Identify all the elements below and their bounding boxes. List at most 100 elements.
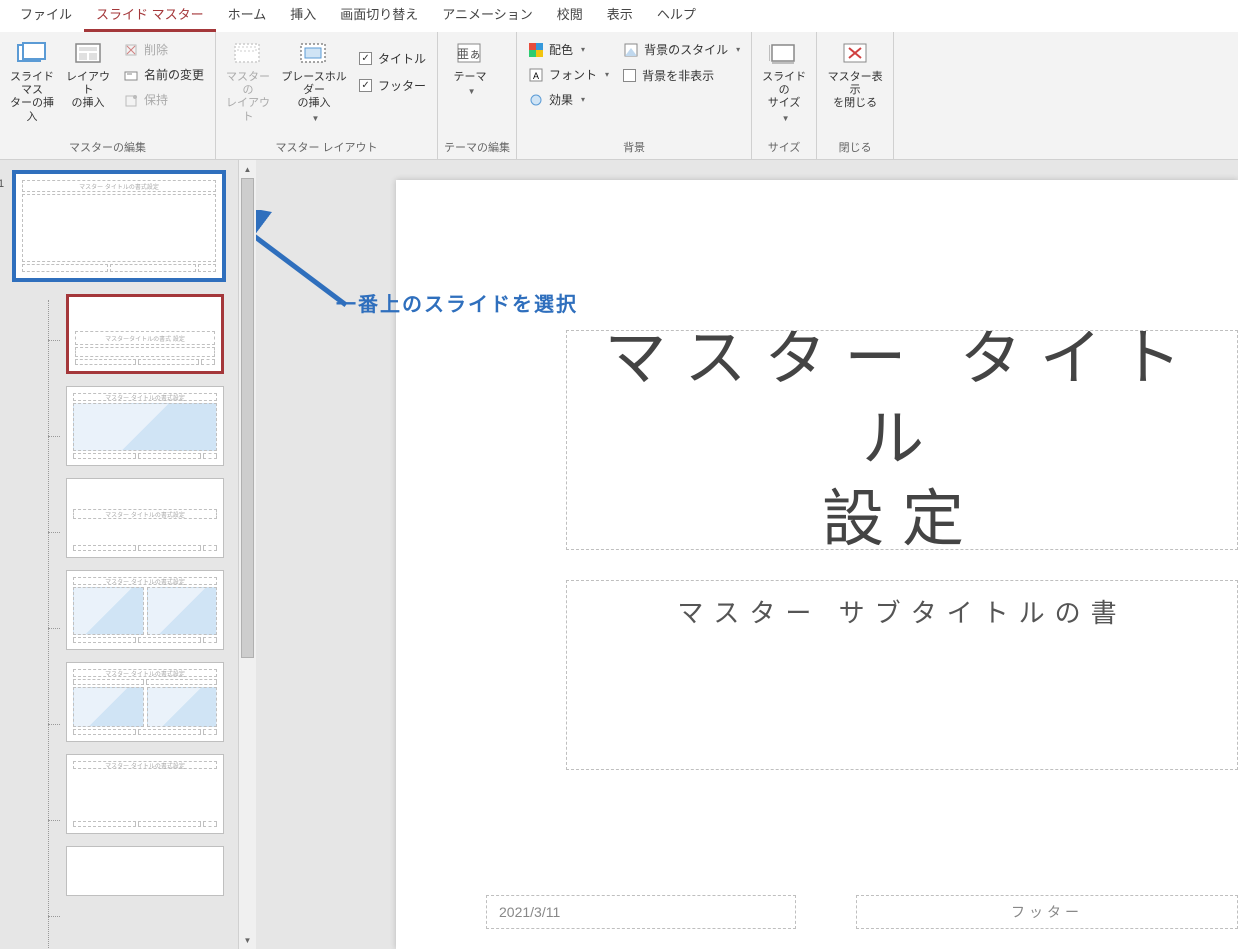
thumb-layout-3-title: マスター タイトルの書式設定 [73, 509, 217, 519]
annotation-text: 一番上のスライドを選択 [336, 288, 578, 317]
ribbon: スライド マス ターの挿入 レイアウト の挿入 削除 [0, 32, 1238, 160]
rename-icon [123, 67, 139, 83]
thumb-layout-6-title: マスター タイトルの書式設定 [73, 761, 217, 769]
hide-bg-row[interactable]: 背景を非表示 [618, 63, 745, 88]
date-placeholder[interactable]: 2021/3/11 [486, 895, 796, 929]
tab-slide-master[interactable]: スライド マスター [84, 0, 216, 32]
title-checkbox[interactable]: ✓ [359, 52, 372, 65]
scrollbar-thumb[interactable] [241, 178, 254, 658]
editor-area: マスター タイトル 設定 マスター サブタイトルの書 2021/3/11 フッタ… [256, 160, 1238, 949]
fonts-button[interactable]: A フォント ▾ [523, 63, 614, 86]
slide-master-icon [15, 40, 49, 68]
effects-label: 効果 [549, 91, 573, 108]
subtitle-text: マスター サブタイトルの書 [677, 593, 1126, 630]
scroll-down-button[interactable]: ▼ [239, 931, 256, 949]
themes-button[interactable]: 亜ぁ テーマ ▼ [444, 36, 496, 101]
preserve-label: 保持 [144, 91, 168, 108]
master-layout-label: マスターの レイアウト [224, 71, 272, 124]
slide-size-button[interactable]: スライドの サイズ ▼ [758, 36, 810, 127]
tab-home[interactable]: ホーム [216, 0, 279, 32]
title-line1: マスター タイトル [567, 330, 1237, 480]
effects-button[interactable]: 効果 ▾ [523, 88, 614, 111]
thumb-slide-master[interactable]: 1 マスター タイトルの書式設定 [12, 170, 226, 282]
chevron-down-icon: ▾ [736, 45, 740, 54]
themes-label: テーマ [454, 71, 487, 84]
insert-placeholder-button[interactable]: プレースホルダー の挿入 ▼ [278, 36, 350, 127]
tab-view[interactable]: 表示 [595, 0, 645, 32]
thumb-master-body [22, 194, 216, 262]
layout-icon [71, 40, 105, 68]
insert-slide-master-button[interactable]: スライド マス ターの挿入 [6, 36, 58, 128]
master-layout-icon [231, 40, 265, 68]
preserve-icon [123, 92, 139, 108]
tree-tick [48, 820, 60, 821]
thumb-layout-4[interactable]: マスター タイトルの書式設定 [66, 570, 224, 650]
bg-styles-icon [623, 42, 639, 58]
colors-icon [528, 42, 544, 58]
effects-icon [528, 92, 544, 108]
menu-tabs: ファイル スライド マスター ホーム 挿入 画面切り替え アニメーション 校閲 … [0, 0, 1238, 32]
footer-checkbox-row[interactable]: ✓ フッター [354, 73, 431, 98]
tree-tick [48, 436, 60, 437]
thumb-master-title: マスター タイトルの書式設定 [22, 180, 216, 192]
chevron-down-icon: ▾ [581, 45, 585, 54]
thumb-layout-7[interactable] [66, 846, 224, 896]
thumb-layout-6[interactable]: マスター タイトルの書式設定 [66, 754, 224, 834]
rename-label: 名前の変更 [144, 66, 204, 83]
title-checkbox-row[interactable]: ✓ タイトル [354, 46, 431, 71]
insert-layout-label: レイアウト の挿入 [64, 71, 112, 111]
slide-size-icon [767, 40, 801, 68]
title-placeholder[interactable]: マスター タイトル 設定 [566, 330, 1238, 550]
bg-styles-label: 背景のスタイル [644, 41, 728, 58]
close-master-button[interactable]: マスター表示 を閉じる [823, 36, 887, 115]
master-layout-button: マスターの レイアウト [222, 36, 274, 128]
thumbnail-panel: 1 マスター タイトルの書式設定 マスタータイトルの書式 設定 [0, 160, 256, 949]
tree-line [48, 300, 49, 949]
themes-icon: 亜ぁ [453, 40, 487, 68]
fonts-icon: A [528, 67, 544, 83]
tree-tick [48, 532, 60, 533]
colors-button[interactable]: 配色 ▾ [523, 38, 614, 61]
thumb-layout-5[interactable]: マスター タイトルの書式設定 [66, 662, 224, 742]
subtitle-placeholder[interactable]: マスター サブタイトルの書 [566, 580, 1238, 770]
thumb-layout-2[interactable]: マスター タイトルの書式設定 [66, 386, 224, 466]
tab-review[interactable]: 校閲 [545, 0, 595, 32]
thumb-layout-5-body [73, 687, 217, 727]
tab-file[interactable]: ファイル [8, 0, 84, 32]
thumb-layout-2-title: マスター タイトルの書式設定 [73, 393, 217, 401]
group-close-label: 閉じる [823, 136, 887, 159]
hide-bg-checkbox[interactable] [623, 69, 636, 82]
thumb-layout-1-sub [75, 347, 215, 357]
tab-animation[interactable]: アニメーション [430, 0, 544, 32]
bg-styles-button[interactable]: 背景のスタイル ▾ [618, 38, 745, 61]
footer-placeholder[interactable]: フッター [856, 895, 1238, 929]
chevron-down-icon: ▾ [581, 95, 585, 104]
tree-tick [48, 340, 60, 341]
chevron-down-icon: ▼ [782, 114, 790, 124]
thumb-layout-3[interactable]: マスター タイトルの書式設定 [66, 478, 224, 558]
rename-button[interactable]: 名前の変更 [118, 63, 209, 86]
ribbon-group-close: マスター表示 を閉じる 閉じる [817, 32, 894, 159]
slide-size-label: スライドの サイズ [760, 71, 808, 111]
footer-checkbox[interactable]: ✓ [359, 79, 372, 92]
scroll-up-button[interactable]: ▲ [239, 160, 256, 178]
thumb-layout-4-title: マスター タイトルの書式設定 [73, 577, 217, 585]
group-bg-label: 背景 [523, 136, 745, 159]
insert-layout-button[interactable]: レイアウト の挿入 [62, 36, 114, 115]
tab-help[interactable]: ヘルプ [645, 0, 708, 32]
thumb-layout-1[interactable]: マスタータイトルの書式 設定 [66, 294, 224, 374]
preserve-button: 保持 [118, 88, 209, 111]
thumb-layout-5-title: マスター タイトルの書式設定 [73, 669, 217, 677]
chevron-down-icon: ▼ [468, 87, 476, 97]
tree-tick [48, 628, 60, 629]
delete-icon [123, 42, 139, 58]
tab-transition[interactable]: 画面切り替え [328, 0, 430, 32]
close-icon [838, 40, 872, 68]
content-area: 1 マスター タイトルの書式設定 マスタータイトルの書式 設定 [0, 160, 1238, 949]
tab-insert[interactable]: 挿入 [278, 0, 328, 32]
tree-tick [48, 916, 60, 917]
delete-button: 削除 [118, 38, 209, 61]
thumbnail-scrollbar[interactable]: ▲ ▼ [238, 160, 256, 949]
footer-checkbox-label: フッター [378, 77, 426, 94]
insert-placeholder-label: プレースホルダー の挿入 [280, 71, 348, 111]
